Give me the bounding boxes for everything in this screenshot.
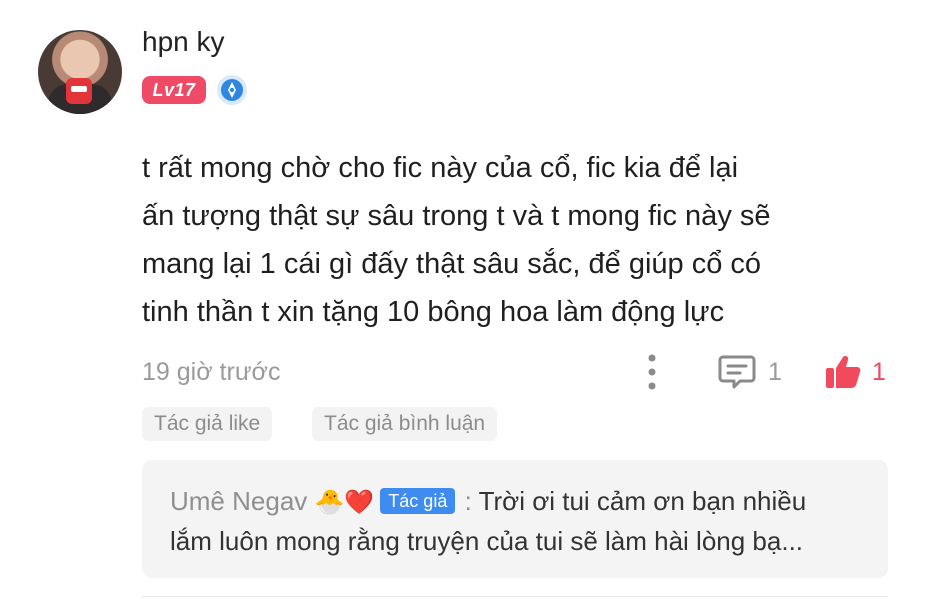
more-vertical-icon[interactable] <box>640 352 664 392</box>
author-reply-box[interactable]: Umê Negav 🐣❤️ Tác giả : Trời ơi tui cảm ơ… <box>142 460 888 578</box>
reply-text: Trời ơi tui cảm ơn bạn nhiều <box>478 486 807 516</box>
avatar-cup <box>66 78 92 104</box>
comment-line: tinh thần t xin tặng 10 bông hoa làm độn… <box>142 296 725 328</box>
verified-badge-icon <box>217 75 247 105</box>
reply-line-2: lắm luôn mong rằng truyện của tui sẽ làm… <box>170 526 804 556</box>
timestamp: 19 giờ trước <box>142 358 281 386</box>
comment-line: ấn tượng thật sự sâu trong t và t mong f… <box>142 200 771 232</box>
comment-line: t rất mong chờ cho fic này của cổ, fic k… <box>142 152 739 184</box>
chick-emoji: 🐣 <box>314 489 345 516</box>
reply-count: 1 <box>768 357 782 386</box>
author-badge: Tác giả <box>380 488 456 514</box>
username[interactable]: hpn ky <box>142 26 225 58</box>
level-badge: Lv17 <box>142 76 206 104</box>
reply-button[interactable]: 1 <box>718 352 782 392</box>
tag-author-replied: Tác giả bình luận <box>312 407 498 441</box>
reply-line-1: Umê Negav 🐣❤️ Tác giả : Trời ơi tui cảm ơ… <box>170 482 870 522</box>
comment-icon <box>718 355 756 389</box>
reply-separator: : <box>464 486 472 516</box>
divider <box>142 596 888 597</box>
like-count: 1 <box>872 357 886 386</box>
avatar[interactable] <box>38 30 122 114</box>
reply-content: Umê Negav 🐣❤️ Tác giả : Trời ơi tui cảm ơ… <box>170 482 870 560</box>
thumbs-up-icon <box>826 356 861 388</box>
like-button[interactable]: 1 <box>824 352 886 392</box>
tag-author-liked: Tác giả like <box>142 407 273 441</box>
heart-emoji: ❤️ <box>344 489 375 516</box>
comment-text: t rất mong chờ cho fic này của cổ, fic k… <box>142 144 902 336</box>
comment-line: mang lại 1 cái gì đấy thật sâu sắc, để g… <box>142 248 762 280</box>
reply-author[interactable]: Umê Negav <box>170 486 307 516</box>
